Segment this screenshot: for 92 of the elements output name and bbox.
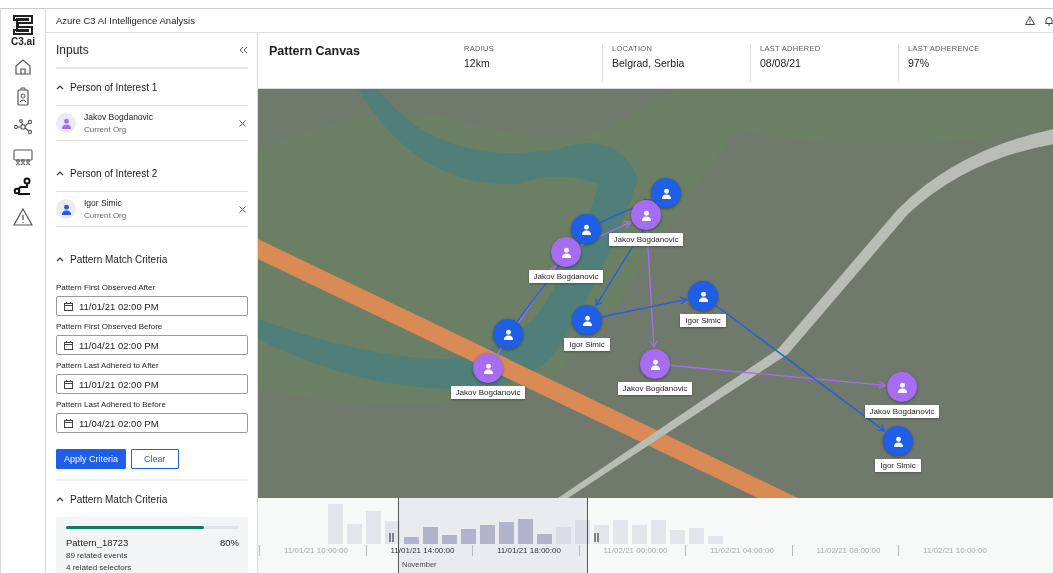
close-icon[interactable] — [239, 205, 246, 213]
date-value: 11/01/21 02:00 PM — [79, 300, 159, 312]
person-icon — [502, 328, 514, 340]
calendar-icon — [64, 379, 73, 389]
marker-label: Jakov Bogdanovic — [608, 233, 684, 246]
field-label: Pattern First Observed Before — [56, 322, 164, 331]
person-icon — [896, 381, 908, 393]
time-tick-label: 11/02/21 04:00:00 — [685, 545, 792, 556]
time-tick-label: 11/01/21 10:00:00 — [259, 545, 366, 556]
field-label: Pattern Last Adhered to Before — [56, 400, 167, 409]
stat-value: Belgrad, Serbia — [612, 57, 686, 69]
pattern-detail: 89 related events — [66, 551, 129, 560]
calendar-icon — [64, 301, 73, 311]
clear-button[interactable]: Clear — [131, 449, 179, 469]
date-field[interactable]: 11/04/21 02:00 PM — [56, 335, 248, 355]
bell-icon[interactable] — [1045, 15, 1053, 26]
histogram-bar — [366, 511, 381, 544]
histogram-bar — [499, 522, 514, 544]
histogram-bar — [518, 519, 533, 544]
person-name: Igor Simic — [84, 198, 123, 208]
stat-value: 12km — [464, 57, 491, 69]
person-icon — [892, 435, 904, 447]
group-icon[interactable] — [13, 147, 33, 167]
pattern-card[interactable]: Pattern_18723 80% 89 related events 4 related selectors — [56, 517, 248, 573]
date-field[interactable]: 11/01/21 02:00 PM — [56, 374, 248, 394]
histogram-bar — [442, 535, 457, 544]
time-tick-label: 11/01/21 18:00:00 — [472, 545, 579, 556]
person-icon — [660, 187, 672, 199]
histogram-bar — [423, 527, 438, 544]
date-value: 11/01/21 02:00 PM — [79, 378, 159, 390]
histogram-bar — [537, 534, 552, 544]
person-icon — [482, 362, 494, 374]
field-label: Pattern Last Adhered to After — [56, 361, 160, 370]
drag-handle-icon[interactable] — [594, 533, 599, 542]
app-title: Azure C3 AI Intelligence Analysis — [56, 15, 195, 26]
section-heading: Pattern Match Criteria — [70, 253, 168, 265]
logo-text: C3.ai — [11, 36, 35, 47]
marker-label: Igor Simic — [564, 338, 610, 351]
route-icon[interactable] — [13, 177, 33, 197]
histogram-bar — [575, 520, 590, 544]
person-icon — [580, 223, 592, 235]
marker-label: Igor Simic — [875, 459, 921, 472]
logo-icon — [13, 15, 33, 35]
person-icon — [581, 314, 593, 326]
chevron-up-icon[interactable] — [56, 84, 64, 90]
date-field[interactable]: 11/01/21 02:00 PM — [56, 296, 248, 316]
home-icon[interactable] — [13, 57, 33, 77]
time-tick-label: 11/02/21 00:00:00 — [578, 545, 685, 556]
chevron-up-icon[interactable] — [56, 256, 64, 262]
field-label: Pattern First Observed After — [56, 283, 157, 292]
section-heading: Person of Interest 2 — [70, 167, 158, 179]
section-heading: Pattern Match Criteria — [70, 493, 168, 505]
canvas-title: Pattern Canvas — [268, 44, 361, 58]
pattern-detail: 4 related selectors — [66, 563, 133, 572]
person-icon — [649, 358, 661, 370]
person-org: Current Org — [84, 125, 128, 134]
histogram-bar — [480, 525, 495, 544]
calendar-icon — [64, 340, 73, 350]
warning-icon[interactable] — [1025, 16, 1035, 25]
date-value: 11/04/21 02:00 PM — [79, 417, 159, 429]
marker-label: Jakov Bogdanovic — [528, 270, 604, 283]
close-icon[interactable] — [239, 119, 246, 127]
date-value: 11/04/21 02:00 PM — [79, 339, 159, 351]
chevron-up-icon[interactable] — [56, 170, 64, 176]
warning-icon[interactable] — [13, 207, 33, 227]
marker-label: Jakov Bogdanovic — [450, 386, 526, 399]
histogram-bar — [404, 537, 419, 544]
person-icon — [640, 209, 652, 221]
time-tick-label: 11/02/21 08:00:00 — [791, 545, 898, 556]
person-icon — [560, 246, 572, 258]
drag-handle-icon[interactable] — [389, 533, 394, 542]
network-icon[interactable] — [13, 117, 33, 137]
panel-title: Inputs — [56, 43, 89, 57]
person-icon — [697, 290, 709, 302]
section-heading: Person of Interest 1 — [70, 81, 158, 93]
apply-button[interactable]: Apply Criteria — [56, 449, 127, 469]
marker-label: Jakov Bogdanovic — [864, 405, 940, 418]
calendar-icon — [64, 418, 73, 428]
histogram-bar — [670, 530, 685, 544]
collapse-icon[interactable] — [239, 46, 248, 54]
match-percent: 80% — [220, 537, 239, 548]
date-field[interactable]: 11/04/21 02:00 PM — [56, 413, 248, 433]
stat-value: 08/08/21 — [760, 57, 802, 69]
marker-label: Jakov Bogdanovic — [617, 382, 693, 395]
pattern-name: Pattern_18723 — [66, 537, 129, 548]
marker-label: Igor Simic — [680, 314, 726, 327]
person-name: Jakov Bogdanovic — [84, 112, 153, 122]
chevron-up-icon[interactable] — [56, 496, 64, 502]
person-org: Current Org — [84, 211, 127, 220]
stat-value: 97% — [908, 57, 930, 69]
time-tick-label: 11/02/21 10:00:00 — [898, 545, 1005, 556]
histogram-bar — [461, 529, 476, 544]
